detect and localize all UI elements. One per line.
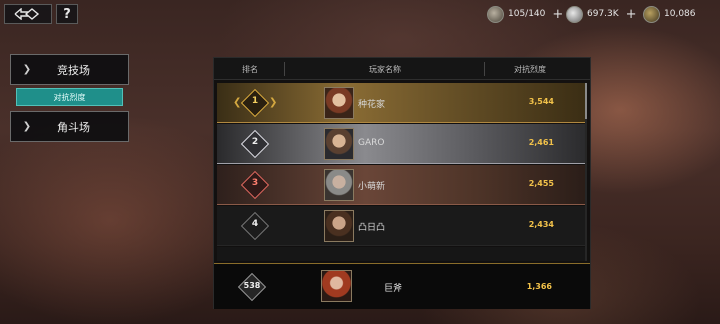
intensity-score: 3,544	[528, 97, 554, 106]
intensity-score: 2,455	[528, 179, 554, 188]
stamina-counter: 105/140 +	[487, 5, 563, 23]
chevron-right-icon: ❯	[22, 121, 32, 132]
back-button[interactable]	[4, 4, 52, 24]
column-header-intensity: 对抗烈度	[514, 65, 546, 74]
rank-number: 1	[251, 96, 259, 106]
scrollbar[interactable]	[585, 83, 587, 261]
silver-coin-icon	[566, 5, 583, 23]
silver-value: 697.3K	[587, 9, 619, 19]
avatar	[324, 169, 354, 201]
silver-counter: 697.3K +	[566, 5, 637, 23]
column-header-rank: 排名	[242, 65, 258, 74]
intensity-score: 2,461	[528, 138, 554, 147]
scrollbar-thumb[interactable]	[585, 83, 587, 119]
menu-item-label: 角斗场	[57, 120, 90, 134]
rank-number: 4	[251, 219, 259, 229]
gold-coin-icon	[643, 5, 660, 23]
help-button[interactable]: ?	[56, 4, 78, 24]
avatar	[324, 128, 354, 160]
self-rank-row: 538 巨斧 1,366	[214, 263, 590, 309]
player-name: 巨斧	[384, 284, 403, 294]
tab-confrontation-intensity[interactable]: 对抗烈度	[16, 88, 123, 106]
add-silver-icon[interactable]: +	[626, 7, 637, 22]
intensity-score: 2,434	[528, 220, 554, 229]
rank-number: 2	[251, 137, 259, 147]
back-arrow-icon	[14, 8, 40, 20]
chevron-down-icon: ❯	[22, 64, 32, 75]
stamina-icon	[487, 5, 504, 23]
menu-item-label: 竞技场	[57, 63, 90, 77]
player-name: GARO	[358, 138, 385, 148]
gold-counter: 10,086	[643, 5, 696, 23]
column-header-player: 玩家名称	[369, 65, 401, 74]
player-name: 种花家	[358, 100, 386, 110]
gold-value: 10,086	[664, 9, 696, 19]
avatar	[324, 210, 354, 242]
rank-number: 538	[243, 281, 261, 290]
table-row[interactable]: 3 小萌新 2,455	[217, 165, 587, 205]
table-header: 排名 玩家名称 对抗烈度	[214, 58, 590, 80]
stamina-value: 105/140	[508, 9, 546, 19]
rank-number: 3	[251, 178, 259, 188]
menu-item-arena[interactable]: ❯ 竞技场	[10, 54, 129, 85]
avatar	[321, 270, 352, 302]
intensity-score: 1,366	[526, 282, 552, 291]
table-row-partial	[217, 247, 587, 261]
table-row[interactable]: ❮ ❯ 1 种花家 3,544	[217, 83, 587, 123]
leaderboard-panel: 排名 玩家名称 对抗烈度 ❮ ❯ 1 种花家 3,544 2 GARO 2,46…	[213, 57, 591, 309]
avatar	[324, 87, 354, 119]
table-row[interactable]: 2 GARO 2,461	[217, 124, 587, 164]
player-name: 凸日凸	[358, 223, 386, 233]
menu-item-colosseum[interactable]: ❯ 角斗场	[10, 111, 129, 142]
add-stamina-icon[interactable]: +	[552, 7, 563, 22]
player-name: 小萌新	[358, 182, 386, 192]
table-row[interactable]: 4 凸日凸 2,434	[217, 206, 587, 246]
